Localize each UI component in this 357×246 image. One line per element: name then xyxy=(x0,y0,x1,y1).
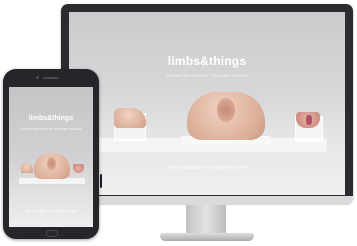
phone-caption: Also available in a dark skin tone xyxy=(25,209,77,213)
camera-icon xyxy=(36,76,39,79)
center-trainer-detail xyxy=(217,98,235,122)
monitor-subtitle: CATHETERIZATION TRAINER RANGE xyxy=(165,73,249,78)
right-trainer-detail xyxy=(306,115,312,125)
speaker-grille xyxy=(43,77,59,79)
phone-right-trainer-model xyxy=(73,164,84,173)
home-button xyxy=(46,230,58,237)
smartphone: limbs&things CATHETERIZATION TRAINER RAN… xyxy=(3,69,102,239)
device-mockup-scene: limbs&things CATHETERIZATION TRAINER RAN… xyxy=(0,0,357,246)
monitor-brand-logo: limbs&things xyxy=(167,54,247,68)
phone-brand-logo: limbs&things xyxy=(28,115,74,122)
monitor-stand-base xyxy=(160,233,254,241)
monitor-caption: Also available in a dark skin tone xyxy=(167,165,247,171)
phone-left-trainer-model xyxy=(21,163,33,173)
side-button xyxy=(100,174,102,188)
phone-center-trainer-detail xyxy=(47,157,56,170)
monitor-chin xyxy=(61,196,353,205)
desktop-monitor: limbs&things CATHETERIZATION TRAINER RAN… xyxy=(61,4,353,203)
phone-subtitle: CATHETERIZATION TRAINER RANGE xyxy=(20,127,82,131)
monitor-screen: limbs&things CATHETERIZATION TRAINER RAN… xyxy=(69,12,345,195)
phone-screen: limbs&things CATHETERIZATION TRAINER RAN… xyxy=(9,87,93,227)
monitor-stand-neck xyxy=(186,205,226,235)
left-trainer-model xyxy=(114,108,146,128)
